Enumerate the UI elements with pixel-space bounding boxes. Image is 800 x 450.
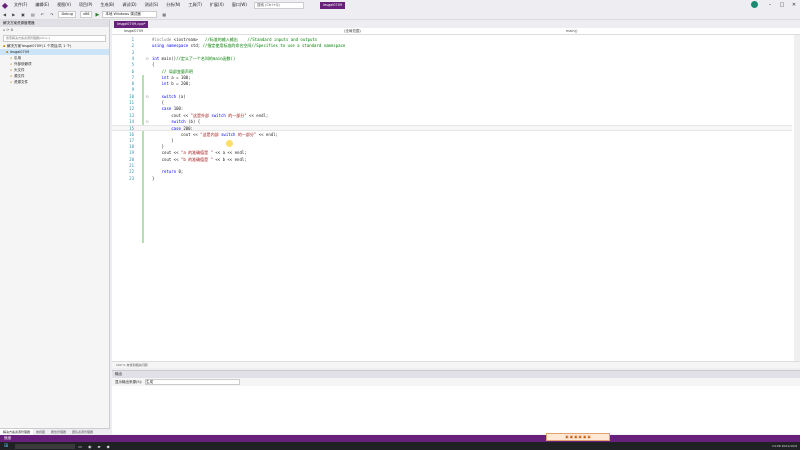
output-panel: 输出 显示输出来源(S): 生成 (112, 370, 800, 435)
notification-strip[interactable]: ▣ ▣ ▣ ▣ ▣ ▣ (546, 433, 610, 441)
start-icon[interactable]: ⊞ (0, 443, 12, 449)
solution-explorer-title: 解决方案资源管理器 (0, 20, 109, 27)
vertical-scrollbar[interactable] (794, 35, 800, 361)
code-line[interactable]: 23} (112, 176, 792, 182)
run-icon[interactable]: ▶ (94, 12, 100, 18)
menu-item-2[interactable]: 视图(V) (53, 0, 75, 10)
windows-taskbar: ⊞ ▭ ◉ ▰ ◆ 14:08 2021/10/9 (0, 442, 800, 450)
menu-item-1[interactable]: 编辑(E) (31, 0, 53, 10)
sidebar-tabs: 解决方案资源管理器 类视图 属性管理器 团队资源管理器 (0, 428, 110, 435)
menu-item-10[interactable]: 窗口(W) (228, 0, 251, 10)
task-view-icon[interactable]: ▭ (75, 444, 85, 449)
back-icon[interactable]: ◀ (0, 12, 9, 17)
close-icon[interactable]: ✕ (788, 0, 800, 10)
taskbar-search[interactable] (15, 443, 76, 449)
code-text: } (152, 175, 155, 181)
solution-explorer: 解决方案资源管理器 ⌂ ⟳ ⚙ 搜索解决方案资源管理器(Ctrl+;) ▪ 解决方… (0, 20, 110, 435)
code-area[interactable]: 1 #include <iostream> //标准的输入输出 //Standar… (112, 35, 800, 357)
minimize-icon[interactable]: – (764, 0, 776, 10)
window-controls: – □ ✕ (764, 0, 800, 10)
code-editor: lesgal0709.cpp* lesgal0709 (全局范围) main()… (112, 20, 800, 368)
menu-bar: ◆ 文件(F) 编辑(E) 视图(V) 项目(P) 生成(B) 调试(D) 测试(S) 分析(… (0, 0, 800, 10)
toolbar: ◀ ▶ ▣ ▤ ↶ ↷ Debug x86 ▶ 本地 Windows 调试器 ▦… (0, 10, 800, 25)
browser-icon[interactable]: ◉ (85, 444, 95, 449)
editor-status: 100 % 未找到相关问题 (112, 361, 800, 368)
configuration-select[interactable]: Debug (58, 11, 76, 18)
settings-icon[interactable]: ⚙ (10, 28, 13, 32)
nav-function-select[interactable]: main() (566, 29, 577, 33)
solution-search-input[interactable]: 搜索解决方案资源管理器(Ctrl+;) (3, 35, 106, 42)
visual-studio-logo-icon: ◆ (1, 0, 9, 10)
output-source-select[interactable]: 生成 (145, 379, 241, 385)
home-icon[interactable]: ⌂ (3, 28, 5, 32)
avatar[interactable] (751, 1, 758, 8)
forward-icon[interactable]: ▶ (9, 12, 18, 17)
mouse-cursor-highlight (226, 140, 233, 147)
save-icon[interactable]: ▣ (18, 12, 28, 17)
tree-item-resources[interactable]: ▫ 资源文件 (0, 79, 109, 85)
editor-navigation-bar: lesgal0709 (全局范围) main() (112, 28, 800, 35)
system-tray-clock[interactable]: 14:08 2021/10/9 (772, 442, 797, 450)
status-bar: 就绪 (0, 435, 800, 442)
output-toolbar: 显示输出来源(S): 生成 (112, 378, 800, 386)
output-body[interactable] (112, 386, 800, 434)
output-source-label: 显示输出来源(S): (115, 379, 143, 384)
menu-item-4[interactable]: 生成(B) (96, 0, 118, 10)
menu-item-5[interactable]: 调试(D) (118, 0, 140, 10)
output-title: 输出 (112, 371, 800, 378)
folder-icon[interactable]: ▰ (94, 444, 103, 449)
maximize-icon[interactable]: □ (776, 0, 788, 10)
editor-tabs: lesgal0709.cpp* (112, 20, 800, 28)
solution-tree: ▪ 解决方案'lesgal0709'(1 个项目/共 1 个) ▪ lesgal07… (0, 43, 109, 85)
redo-icon[interactable]: ↷ (47, 12, 56, 17)
refresh-icon[interactable]: ⟳ (6, 28, 9, 32)
project-name-badge: lesgal0709 (320, 2, 346, 9)
save-all-icon[interactable]: ▤ (28, 12, 38, 17)
tab-source-file[interactable]: lesgal0709.cpp* (114, 21, 149, 28)
undo-icon[interactable]: ↶ (38, 12, 47, 17)
line-number: 23 (129, 175, 134, 181)
visual-studio-icon[interactable]: ◆ (104, 444, 113, 449)
solution-explorer-toolbar: ⌂ ⟳ ⚙ (0, 27, 109, 34)
menu-item-7[interactable]: 分析(N) (162, 0, 184, 10)
menu-item-6[interactable]: 测试(S) (141, 0, 163, 10)
menu-item-0[interactable]: 文件(F) (10, 0, 31, 10)
toolbar-extra-icon[interactable]: ▦ (159, 12, 169, 17)
platform-select[interactable]: x86 (79, 11, 93, 18)
menu-item-9[interactable]: 扩展(X) (206, 0, 228, 10)
search-input[interactable]: 搜索 (Ctrl+Q) (254, 2, 304, 9)
nav-scope-select[interactable]: (全局范围) (344, 29, 361, 34)
menu-item-3[interactable]: 项目(P) (75, 0, 97, 10)
menu-item-8[interactable]: 工具(T) (184, 0, 206, 10)
run-debugger-button[interactable]: 本地 Windows 调试器 (102, 11, 158, 18)
nav-project-select[interactable]: lesgal0709 (124, 29, 143, 33)
